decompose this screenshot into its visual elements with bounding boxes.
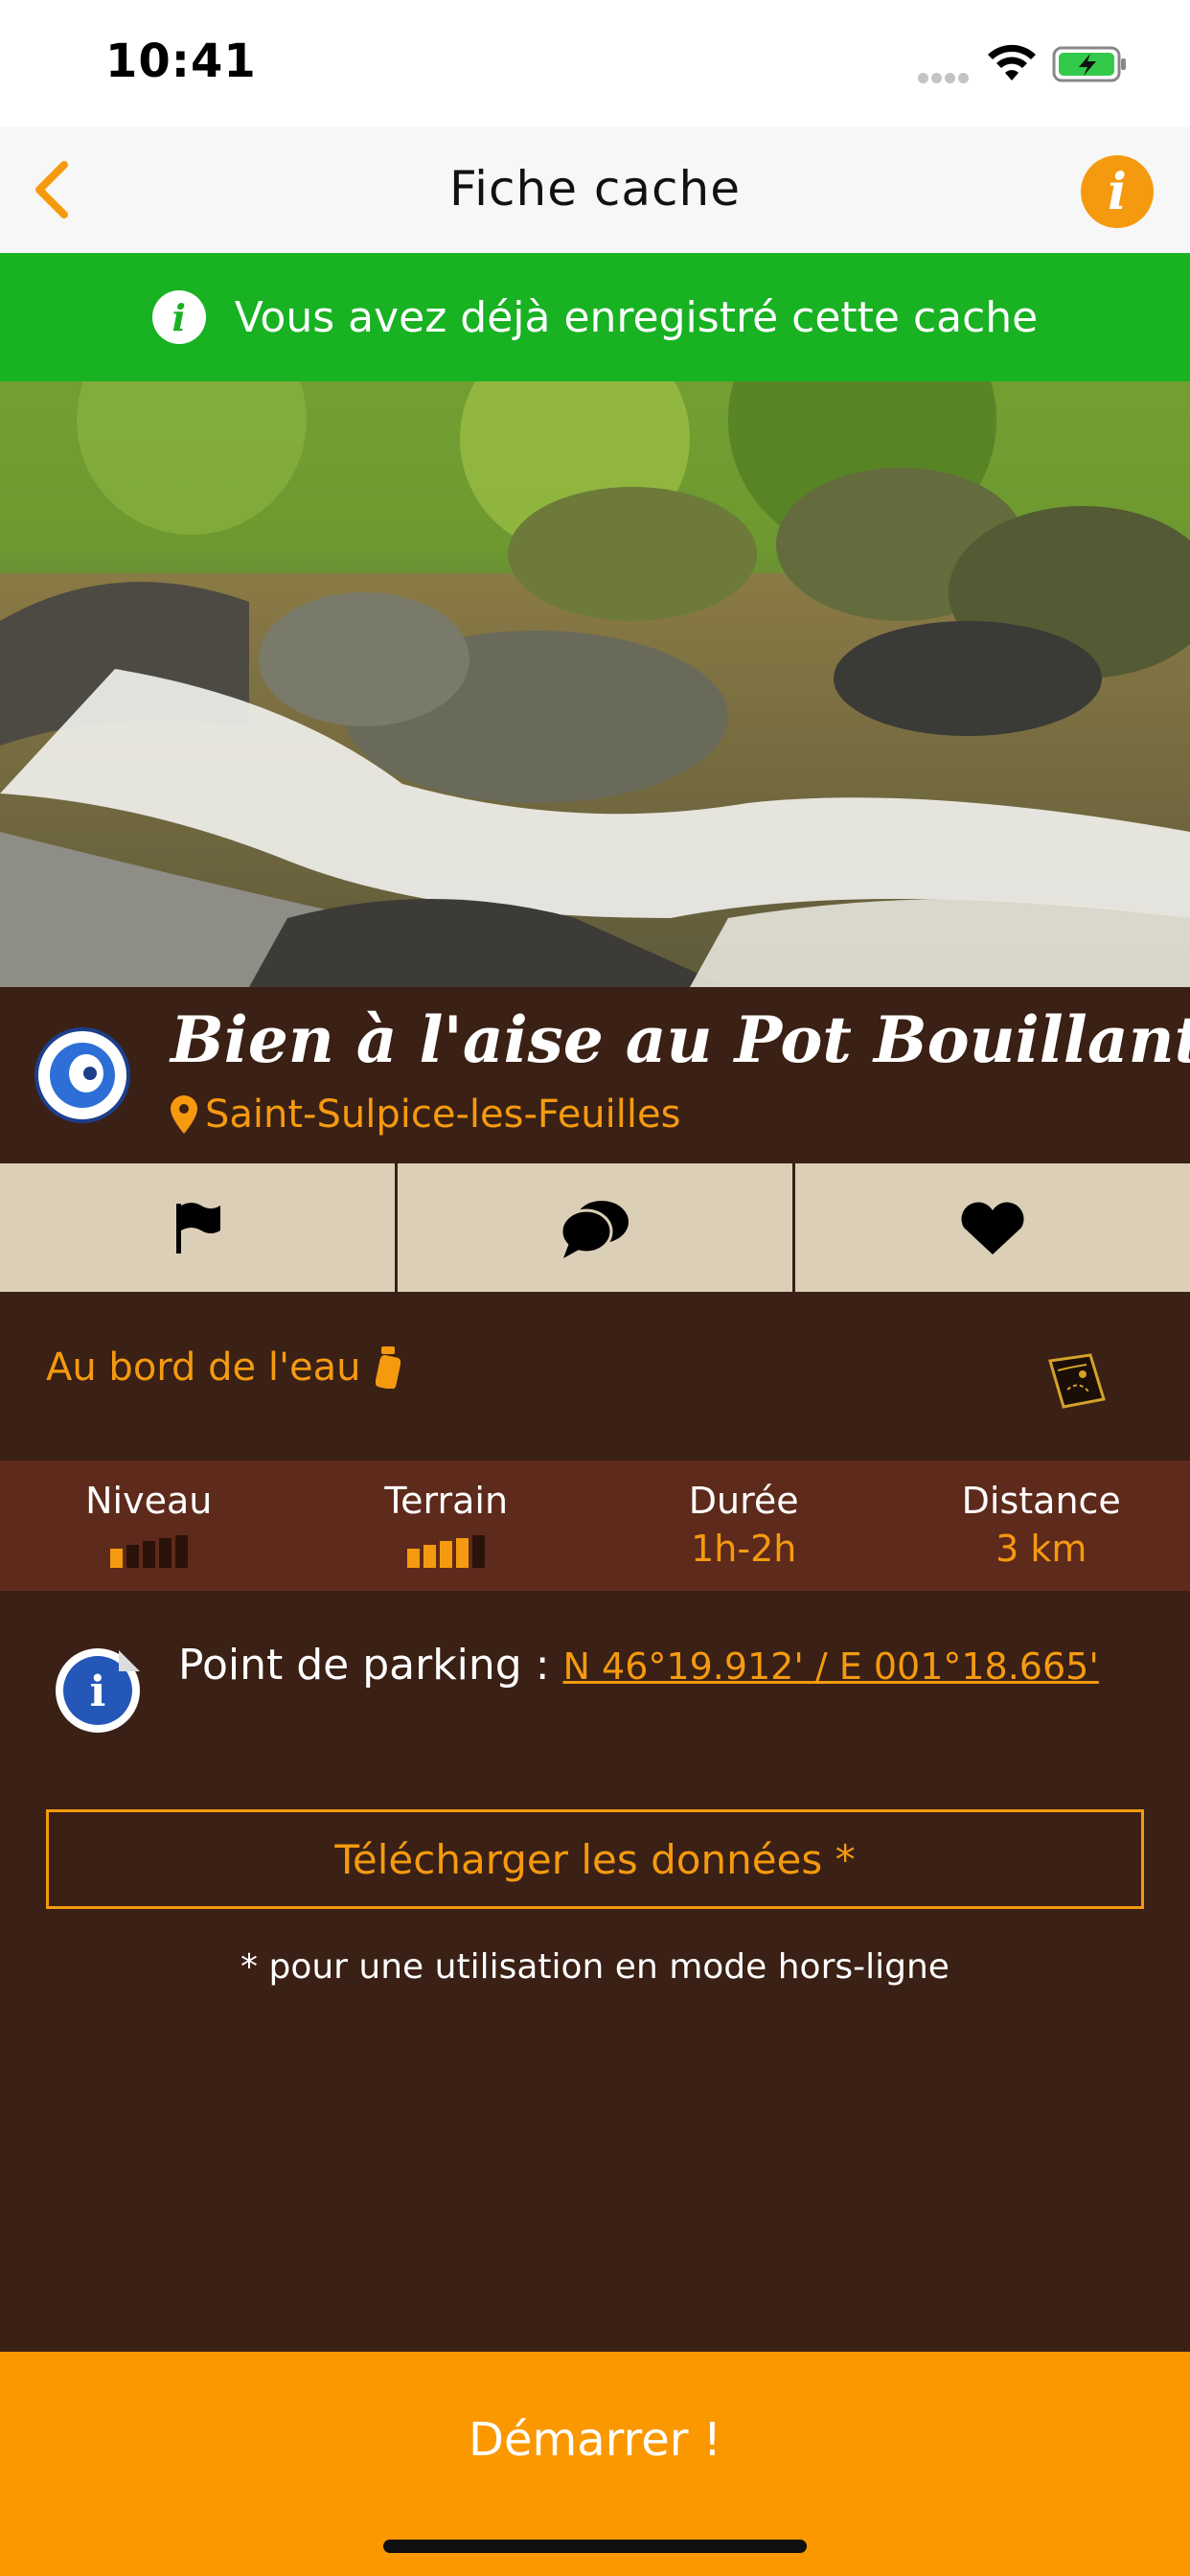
stat-label: Terrain xyxy=(384,1480,509,1522)
info-icon: i xyxy=(1108,162,1127,221)
info-sticker-icon: i xyxy=(56,1648,140,1733)
cache-type-avatar xyxy=(34,1027,130,1123)
level-bar xyxy=(407,1549,421,1568)
banner-text: Vous avez déjà enregistré cette cache xyxy=(234,292,1039,342)
registered-banner: i Vous avez déjà enregistré cette cache xyxy=(0,253,1190,381)
home-indicator[interactable] xyxy=(383,2540,807,2553)
battery-icon xyxy=(1052,46,1126,82)
location-pin-icon xyxy=(171,1095,197,1134)
svg-text:i: i xyxy=(90,1668,106,1716)
info-circle-icon: i xyxy=(151,290,206,344)
level-bar xyxy=(440,1541,453,1568)
level-bar xyxy=(174,1535,188,1568)
parking-label: Point de parking : xyxy=(178,1641,563,1690)
heart-icon xyxy=(961,1202,1024,1254)
tab-log[interactable] xyxy=(0,1163,398,1292)
tab-comments[interactable] xyxy=(398,1163,795,1292)
stat-label: Distance xyxy=(961,1480,1121,1522)
parking-section: i Point de parking : N 46°19.912' / E 00… xyxy=(0,1591,1190,1763)
level-bar xyxy=(158,1538,172,1568)
flag-icon xyxy=(176,1203,220,1254)
mascot-icon xyxy=(50,1043,115,1108)
stat-terrain: Terrain xyxy=(298,1460,596,1591)
difficulty-bars xyxy=(0,1535,298,1568)
theme-text: Au bord de l'eau xyxy=(46,1346,361,1390)
theme-label: Au bord de l'eau xyxy=(46,1346,401,1390)
parking-coordinates-link[interactable]: N 46°19.912' / E 001°18.665' xyxy=(563,1645,1099,1688)
water-bottle-icon xyxy=(376,1346,401,1389)
cache-photo xyxy=(0,381,1190,987)
location-text: Saint-Sulpice-les-Feuilles xyxy=(205,1092,681,1137)
navigation-bar: Fiche cache i xyxy=(0,126,1190,253)
status-time: 10:41 xyxy=(105,34,257,88)
stat-label: Niveau xyxy=(85,1480,213,1522)
stat-niveau: Niveau xyxy=(0,1460,298,1591)
level-bar xyxy=(423,1545,437,1568)
stat-value: 1h-2h xyxy=(691,1528,797,1570)
cache-location: Saint-Sulpice-les-Feuilles xyxy=(171,1092,680,1137)
terrain-bars xyxy=(298,1535,596,1568)
chat-bubbles-icon xyxy=(560,1201,629,1258)
treasure-map-icon[interactable] xyxy=(1044,1351,1110,1413)
wifi-icon xyxy=(988,44,1036,80)
stat-distance: Distance 3 km xyxy=(893,1460,1190,1591)
info-button[interactable]: i xyxy=(1081,155,1154,228)
stream-image xyxy=(0,381,1190,987)
stats-band: Niveau Terrain Durée 1h-2h Distance 3 km xyxy=(0,1460,1190,1591)
start-button[interactable]: Démarrer ! xyxy=(0,2352,1190,2576)
level-bar xyxy=(456,1538,469,1568)
level-bar xyxy=(109,1549,123,1568)
stat-value: 3 km xyxy=(995,1528,1087,1570)
start-label: Démarrer ! xyxy=(469,2413,721,2467)
download-note: * pour une utilisation en mode hors-lign… xyxy=(240,1947,950,1987)
level-bar xyxy=(472,1535,486,1568)
theme-row: Au bord de l'eau xyxy=(0,1292,1190,1460)
tab-favorite[interactable] xyxy=(795,1163,1190,1292)
stat-label: Durée xyxy=(688,1480,799,1522)
status-bar: 10:41 xyxy=(0,0,1190,126)
cache-header: Bien à l'aise au Pot Bouillant Saint-Sul… xyxy=(0,987,1190,1162)
signal-icon xyxy=(918,69,975,83)
cache-title: Bien à l'aise au Pot Bouillant xyxy=(171,1002,1190,1077)
level-bar xyxy=(126,1545,139,1568)
level-bar xyxy=(142,1541,155,1568)
action-tabs xyxy=(0,1162,1190,1292)
page-title: Fiche cache xyxy=(449,161,741,217)
stat-duree: Durée 1h-2h xyxy=(595,1460,893,1591)
download-data-button[interactable]: Télécharger les données * xyxy=(46,1809,1144,1909)
parking-text: Point de parking : N 46°19.912' / E 001°… xyxy=(178,1641,1099,1690)
